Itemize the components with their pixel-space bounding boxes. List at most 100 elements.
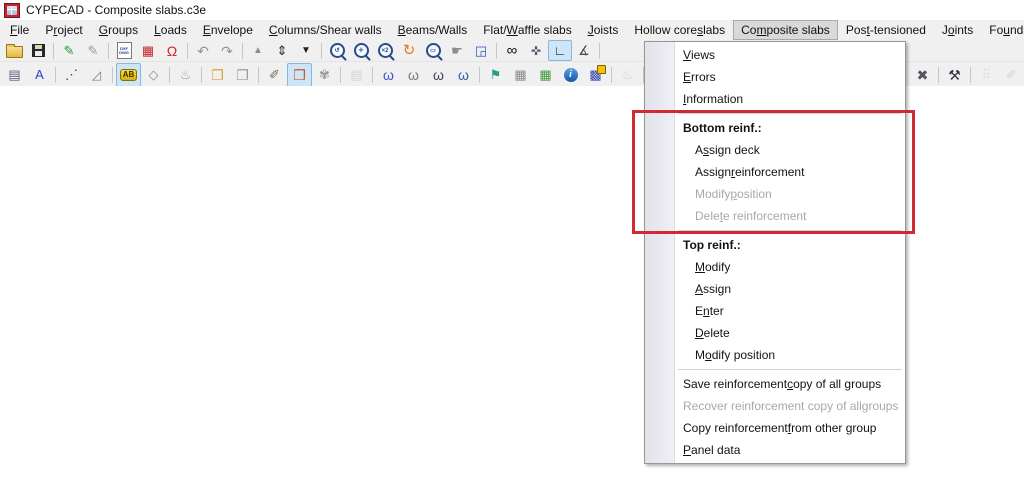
- window-title: CYPECAD - Composite slabs.c3e: [26, 3, 207, 17]
- zoom-previous-icon[interactable]: ↺: [325, 40, 349, 61]
- menubar-item-joists[interactable]: Joists: [580, 20, 627, 40]
- tags-icon[interactable]: ◇: [141, 63, 166, 87]
- pan-icon[interactable]: ☛: [445, 40, 469, 61]
- block-reinforcement-icon[interactable]: ▩: [583, 63, 608, 87]
- deck-profile-3-icon[interactable]: ω: [426, 63, 451, 87]
- group-drawings-icon-glyph: A: [35, 67, 44, 82]
- open-file-icon[interactable]: [2, 40, 26, 61]
- dxf-layers-icon[interactable]: ▦: [136, 40, 160, 61]
- menu-item-recover-reinforcement-copy: Recover reinforcement copy of all g roups: [683, 399, 899, 413]
- zoom-window-icon[interactable]: ▭: [421, 40, 445, 61]
- search-binoculars-icon[interactable]: ∞: [500, 40, 524, 61]
- deck-profile-4-icon[interactable]: ω: [451, 63, 476, 87]
- menu-item-enter[interactable]: En ter: [645, 300, 905, 322]
- toolbar-separator: [321, 42, 322, 59]
- group-up-icon-glyph: ▲: [253, 44, 263, 56]
- information-icon[interactable]: i: [558, 63, 583, 87]
- toolbar-separator: [53, 42, 54, 59]
- menu-item-information[interactable]: Information: [645, 88, 905, 110]
- frame-reinforced-icon-glyph: ▦: [539, 67, 552, 82]
- dots-grid-icon: ⠿: [974, 63, 999, 87]
- render-options-icon[interactable]: ✾: [312, 63, 337, 87]
- menu-item-views[interactable]: Views: [645, 44, 905, 66]
- delete-all-panels-icon-glyph: ✖: [916, 66, 929, 83]
- menubar-item-foundations[interactable]: Foundations: [981, 20, 1024, 40]
- menu-item-modify-position-bottom: Modify p osition: [695, 187, 772, 201]
- box-3d-view-icon[interactable]: ❒: [205, 63, 230, 87]
- dxf-dwg-templates-icon[interactable]: DXF DWG: [112, 40, 136, 61]
- delete-resources-icon[interactable]: ✎: [81, 40, 105, 61]
- object-snap-magnet-icon[interactable]: Ω: [160, 40, 184, 61]
- menu-item-modify-position-top[interactable]: Mo dify position: [645, 344, 905, 366]
- edit-resources-icon[interactable]: ✎: [57, 40, 81, 61]
- delete-all-panels-icon[interactable]: ✖: [910, 63, 935, 87]
- ramps-icon[interactable]: ◿: [84, 63, 109, 87]
- menu-item-save-reinforcement-copy[interactable]: Save reinforcement c opy of all groups: [645, 373, 905, 395]
- deck-profile-2-icon[interactable]: ω: [401, 63, 426, 87]
- lock-badge-icon: [597, 64, 606, 74]
- clipped-edge-icon-glyph: ✐: [1006, 67, 1017, 82]
- stairs-icon[interactable]: ⋰: [59, 63, 84, 87]
- paint-surface-icon[interactable]: ✐: [262, 63, 287, 87]
- menu-item-panel-data[interactable]: Panel data: [645, 439, 905, 461]
- toolbar-separator: [611, 66, 612, 83]
- zoom-all-icon[interactable]: ✛: [349, 40, 373, 61]
- save-file-icon[interactable]: [26, 40, 50, 61]
- group-down-icon[interactable]: ▼: [294, 40, 318, 61]
- deck-profile-1-icon[interactable]: ω: [376, 63, 401, 87]
- menubar-item-envelope[interactable]: Envelope: [195, 20, 261, 40]
- menu-item-assign-deck[interactable]: As sign deck: [645, 139, 905, 161]
- texture-box-icon[interactable]: ❒: [287, 62, 312, 87]
- menubar-item-joints[interactable]: Jo ints: [934, 20, 981, 40]
- angle-measure-icon-glyph: ∡: [578, 43, 590, 58]
- menu-item-errors[interactable]: Errors: [645, 66, 905, 88]
- frame-plain-icon[interactable]: ▦: [508, 63, 533, 87]
- redraw-icon[interactable]: ↻: [397, 40, 421, 61]
- toolbar-separator: [599, 42, 600, 59]
- dxf-layers-icon-glyph: ▦: [141, 43, 155, 58]
- menubar-item-beams-walls[interactable]: Beams/Walls: [390, 20, 476, 40]
- frame-reinforced-icon[interactable]: ▦: [533, 63, 558, 87]
- stamp-reinforcement-icon-glyph: ⚒: [948, 66, 961, 83]
- menubar-item-loads[interactable]: Loads: [146, 20, 195, 40]
- menu-header-top-reinf: Top reinf.:: [683, 238, 741, 252]
- group-down-icon-glyph: ▼: [301, 44, 311, 56]
- menubar-item-hollow-core-slabs[interactable]: Hollow core s labs: [626, 20, 733, 40]
- group-drawings-icon[interactable]: A: [27, 63, 52, 87]
- menu-item-copy-reinforcement-from-group[interactable]: Copy reinforcement f rom other group: [645, 417, 905, 439]
- menubar-item-composite-slabs[interactable]: Co m posite slabs: [733, 20, 838, 40]
- stairs-icon-glyph: ⋰: [65, 67, 78, 82]
- coordinates-icon[interactable]: ✜: [524, 40, 548, 61]
- undo-icon[interactable]: ↶: [191, 40, 215, 61]
- title-bar: CYPECAD - Composite slabs.c3e: [0, 0, 1024, 20]
- menubar-item-post-tensioned[interactable]: Pos t -tensioned: [838, 20, 934, 40]
- menu-item-assign-reinforcement[interactable]: Assign r einforcement: [645, 161, 905, 183]
- group-report-icon[interactable]: ▤: [2, 63, 27, 87]
- toolbar-separator: [108, 42, 109, 59]
- menubar-item-flat-waffle-slabs[interactable]: Flat/Waffle slabs: [475, 20, 579, 40]
- zoom-x2-icon[interactable]: ×2: [373, 40, 397, 61]
- views-glasses-icon[interactable]: AB: [116, 62, 141, 87]
- group-select-icon[interactable]: ⇕: [270, 40, 294, 61]
- menubar-item-file[interactable]: File: [2, 20, 37, 40]
- menu-item-modify[interactable]: Modify: [645, 256, 905, 278]
- angle-measure-icon[interactable]: ∡: [572, 40, 596, 61]
- box-3d-wire-icon[interactable]: ❐: [230, 63, 255, 87]
- group-up-icon[interactable]: ▲: [246, 40, 270, 61]
- orthogonal-mode-icon[interactable]: ∟: [548, 40, 572, 61]
- toolbar-separator: [970, 66, 971, 83]
- redo-icon[interactable]: ↷: [215, 40, 239, 61]
- fire-resistance-icon[interactable]: ♨: [173, 63, 198, 87]
- box-3d-wire-icon-glyph: ❐: [236, 66, 249, 83]
- spray-icon: ♨: [615, 63, 640, 87]
- flag-icon[interactable]: ⚑: [483, 63, 508, 87]
- menu-item-delete[interactable]: Delete: [645, 322, 905, 344]
- menu-item-assign[interactable]: Assign: [645, 278, 905, 300]
- spray-icon-glyph: ♨: [621, 67, 634, 82]
- menubar-item-groups[interactable]: Groups: [91, 20, 146, 40]
- menubar-item-columns-shear-walls[interactable]: Columns/Shear walls: [261, 20, 390, 40]
- stamp-reinforcement-icon[interactable]: ⚒: [942, 63, 967, 87]
- views-glasses-icon-glyph: AB: [119, 68, 138, 81]
- full-screen-icon[interactable]: ◲: [469, 40, 493, 61]
- menubar-item-project[interactable]: Pr oject: [37, 20, 90, 40]
